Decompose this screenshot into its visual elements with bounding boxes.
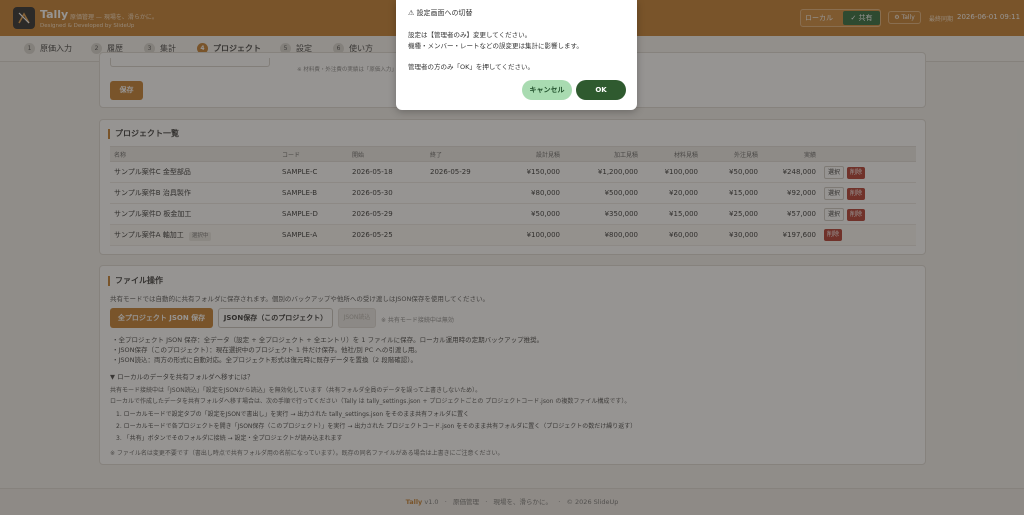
dialog-line: 機種・メンバー・レートなどの誤変更は集計に影響します。 [408,42,583,50]
dialog-title: ⚠ 設定画面への切替 [408,9,473,17]
settings-switch-dialog: ⚠ 設定画面への切替 設定は【管理者のみ】変更してください。 機種・メンバー・レ… [396,0,637,110]
ok-button[interactable]: OK [576,80,626,100]
dialog-line: 設定は【管理者のみ】変更してください。 [408,31,532,39]
dialog-line: 管理者の方のみ「OK」を押してください。 [408,63,534,71]
cancel-button[interactable]: キャンセル [522,80,572,100]
dialog-spacer [408,52,583,62]
dialog-body: 設定は【管理者のみ】変更してください。 機種・メンバー・レートなどの誤変更は集計… [408,30,583,73]
